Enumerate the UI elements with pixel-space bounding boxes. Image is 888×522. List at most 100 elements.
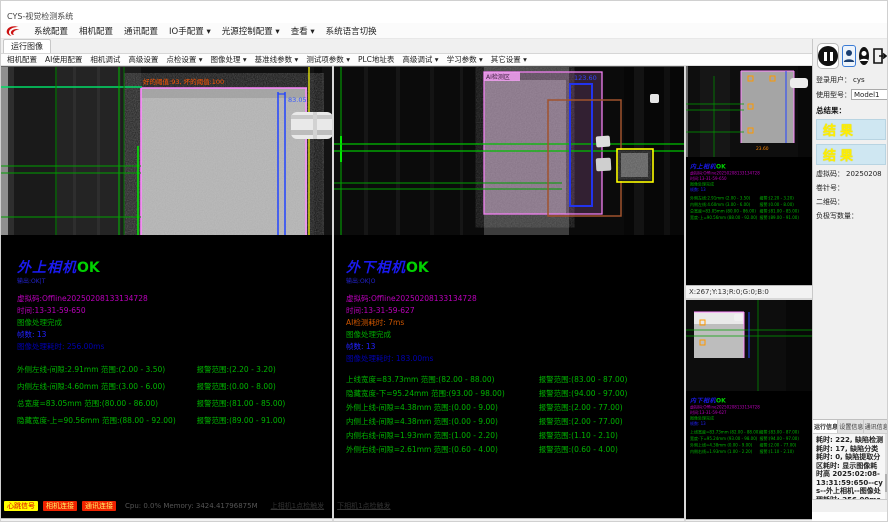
measurement-row: 外侧右线-间隙=2.61mm 范围:(0.60 - 4.00)报警范围:(0.6… (346, 443, 684, 457)
virtual-code-value: 20250208 (846, 170, 882, 178)
tool-image-processing[interactable]: 图像处理 ▾ (211, 54, 247, 65)
tool-learning-params[interactable]: 学习参数 ▾ (447, 54, 483, 65)
result-text-outer-upper: 外上相机OK 输出:OK|T 虚拟码:Offline20250208133134… (1, 235, 332, 518)
write-count-row: 负极写数量： (813, 209, 888, 223)
heartbeat-badge: 心跳信号 (4, 501, 38, 511)
camera-output-flag: 输出:OK|O (346, 276, 684, 285)
qr-code-row: 二维码： (813, 195, 888, 209)
pause-button[interactable] (817, 43, 839, 69)
tab-comm-info[interactable]: 通讯信息 (864, 420, 888, 433)
proc-time-line: 图像处理耗时: 256.00ms (17, 341, 332, 353)
camera-panel-outer-lower: AI检测区 123.60 (334, 66, 684, 522)
login-user-value: cys (853, 76, 865, 84)
lower-camera-trigger-link[interactable]: 下相机1点检触发 (337, 501, 390, 511)
measurement-row: 外侧左线-间隙:2.91mm 范围:(2.00 - 3.50)报警范围:(2.2… (17, 361, 332, 378)
measurement-row: 内侧上线-间隙=4.38mm 范围:(0.00 - 9.00)报警范围:(2.0… (346, 415, 684, 429)
menu-comm-config[interactable]: 通讯配置 (124, 25, 158, 37)
result-text-inner-lower: 内下相机OK 虚拟码:Offline20250208133134728 时间:1… (686, 391, 812, 519)
upper-camera-trigger-link[interactable]: 上相机1点检触发 (271, 501, 324, 511)
account-settings-button[interactable] (859, 47, 869, 65)
total-result-label: 总结果： (813, 102, 888, 117)
menu-bar: 系统配置 相机配置 通讯配置 IO手配置 ▾ 光源控制配置 ▾ 查看 ▾ 系统语… (1, 23, 887, 39)
done-line: 图像处理完成 (346, 329, 684, 341)
measurement-row: 外侧上线-间隙=4.38mm 范围:(0.00 - 9.00)报警范围:(2.0… (346, 401, 684, 415)
camera-image-outer-upper[interactable]: 83.05 好的阈值:93, 坏的阈值:100 (1, 66, 332, 235)
measurement-rows: 上线宽度=83.73mm 范围:(82.00 - 88.00)报警范围:(83.… (346, 373, 684, 457)
tool-camera-config[interactable]: 相机配置 (7, 54, 37, 65)
sidebar-buttons (813, 39, 888, 73)
frames-line: 帧数: 13 (346, 341, 684, 353)
tool-camera-debug[interactable]: 相机调试 (90, 54, 120, 65)
measurement-row: 内侧左线-间隙:4.60mm 范围:(3.00 - 6.00)报警范围:(0.0… (17, 378, 332, 395)
barcode-line: 虚拟码:Offline20250208133134728 (17, 293, 332, 305)
tab-run-image[interactable]: 运行图像 (3, 39, 51, 53)
info-tabs: 运行信息 设置信息 通讯信息 (813, 419, 888, 433)
model-label: 使用型号： (816, 90, 851, 100)
cpu-memory-text: Cpu: 0.0% Memory: 3424.41796875M (125, 502, 258, 510)
tool-ai-config[interactable]: AI使用配置 (45, 54, 82, 65)
done-line: 图像处理完成 (17, 317, 332, 329)
small-camera-column: 23.60 内上相机OK 虚拟码:Offline2025020813313472… (686, 66, 812, 522)
tool-advanced-settings[interactable]: 高级设置 (128, 54, 158, 65)
camera-image-outer-lower[interactable]: AI检测区 123.60 (334, 66, 684, 235)
camera-title: 外上相机 (17, 260, 77, 276)
tool-other-settings[interactable]: 其它设置 ▾ (491, 54, 527, 65)
result-box-1: 结果 (816, 119, 886, 140)
exit-button[interactable] (872, 46, 888, 66)
camera-panel-outer-upper: 83.05 好的阈值:93, 坏的阈值:100 (1, 66, 332, 522)
tool-spotcheck-settings[interactable]: 点检设置 ▾ (166, 54, 202, 65)
camera-panel-inner-lower: 内下相机OK 虚拟码:Offline20250208133134728 时间:1… (686, 300, 812, 522)
comm-connection-badge: 通讯连接 (82, 501, 116, 511)
camera-image-inner-lower[interactable] (686, 300, 812, 391)
tool-test-params[interactable]: 测试项参数 ▾ (306, 54, 350, 65)
menu-language-switch[interactable]: 系统语言切换 (326, 25, 377, 37)
app-window: CYS-视觉检测系统 系统配置 相机配置 通讯配置 IO手配置 ▾ 光源控制配置… (0, 0, 888, 522)
window-title: CYS-视觉检测系统 (7, 11, 73, 22)
qr-code-label: 二维码： (816, 197, 844, 207)
login-user-row: 登录用户： cys (813, 73, 888, 87)
menu-system-config[interactable]: 系统配置 (34, 25, 68, 37)
result-text-outer-lower: 外下相机OK 输出:OK|O 虚拟码:Offline20250208133134… (334, 235, 684, 518)
camera-ok-status: OK (406, 260, 429, 276)
menu-camera-config[interactable]: 相机配置 (79, 25, 113, 37)
menu-io-config[interactable]: IO手配置 ▾ (169, 25, 211, 37)
camera-output-flag: 输出:OK|T (17, 276, 332, 285)
app-logo-icon (5, 25, 21, 37)
camera-title: 外下相机 (346, 260, 406, 276)
result-box-2: 结果 (816, 144, 886, 165)
logout-door-icon (872, 48, 888, 64)
tool-plc-address[interactable]: PLC地址表 (358, 54, 394, 65)
menu-view[interactable]: 查看 ▾ (291, 25, 315, 37)
user-login-button[interactable] (842, 45, 856, 67)
measurement-row: 上线宽度=83.73mm 范围:(82.00 - 88.00)报警范围:(83.… (346, 373, 684, 387)
tool-advanced-debug[interactable]: 高级调试 ▾ (402, 54, 438, 65)
camera-ok-status: OK (77, 260, 100, 276)
virtual-code-label: 虚拟码： (816, 169, 844, 179)
menu-light-config[interactable]: 光源控制配置 ▾ (222, 25, 280, 37)
time-line: 时间:13-31-59-650 (17, 305, 332, 317)
roll-needle-label: 卷针号： (816, 183, 844, 193)
person-gear-icon (859, 50, 869, 62)
measure-label-mid: 123.60 (574, 74, 597, 82)
frames-line: 帧数: 13 (17, 329, 332, 341)
right-sidebar: 登录用户： cys 使用型号： 总结果： 结果 结果 虚拟码： 20250208… (812, 39, 888, 499)
measurement-row: 总宽度=83.05mm 范围:(80.00 - 86.00)报警范围:(81.0… (17, 395, 332, 412)
camera-image-inner-upper[interactable]: 23.60 (686, 66, 812, 157)
write-count-label: 负极写数量： (816, 211, 858, 221)
pixel-coords-bar: X:267;Y:13;R:0;G:0;B:0 (686, 285, 812, 298)
mini-measure-label: 23.60 (756, 146, 769, 152)
tab-settings-info[interactable]: 设置信息 (838, 420, 863, 433)
ai-time-line: AI检测耗时: 7ms (346, 317, 684, 329)
roll-needle-row: 卷针号： (813, 181, 888, 195)
proc-time-line: 图像处理耗时: 183.00ms (346, 353, 684, 365)
tab-run-info[interactable]: 运行信息 (813, 420, 838, 433)
toolbar: 相机配置 AI使用配置 相机调试 高级设置 点检设置 ▾ 图像处理 ▾ 基准线参… (1, 54, 812, 66)
time-line: 时间:13-31-59-627 (346, 305, 684, 317)
measure-label-left: 83.05 (288, 96, 307, 104)
tool-baseline-params[interactable]: 基准线参数 ▾ (255, 54, 299, 65)
measurement-row: 内侧右线-间隙=1.93mm 范围:(1.00 - 2.20)报警范围:(1.1… (346, 429, 684, 443)
runtime-stats-text: 耗时: 222, 缺陷检测耗时: 17, 缺陷分类耗时: 0, 缺陷提取分区耗时… (813, 433, 888, 499)
model-input[interactable] (851, 89, 888, 100)
result-text-inner-upper: 内上相机OK 虚拟码:Offline20250208133134728 时间:1… (686, 157, 812, 285)
user-icon (843, 49, 855, 63)
